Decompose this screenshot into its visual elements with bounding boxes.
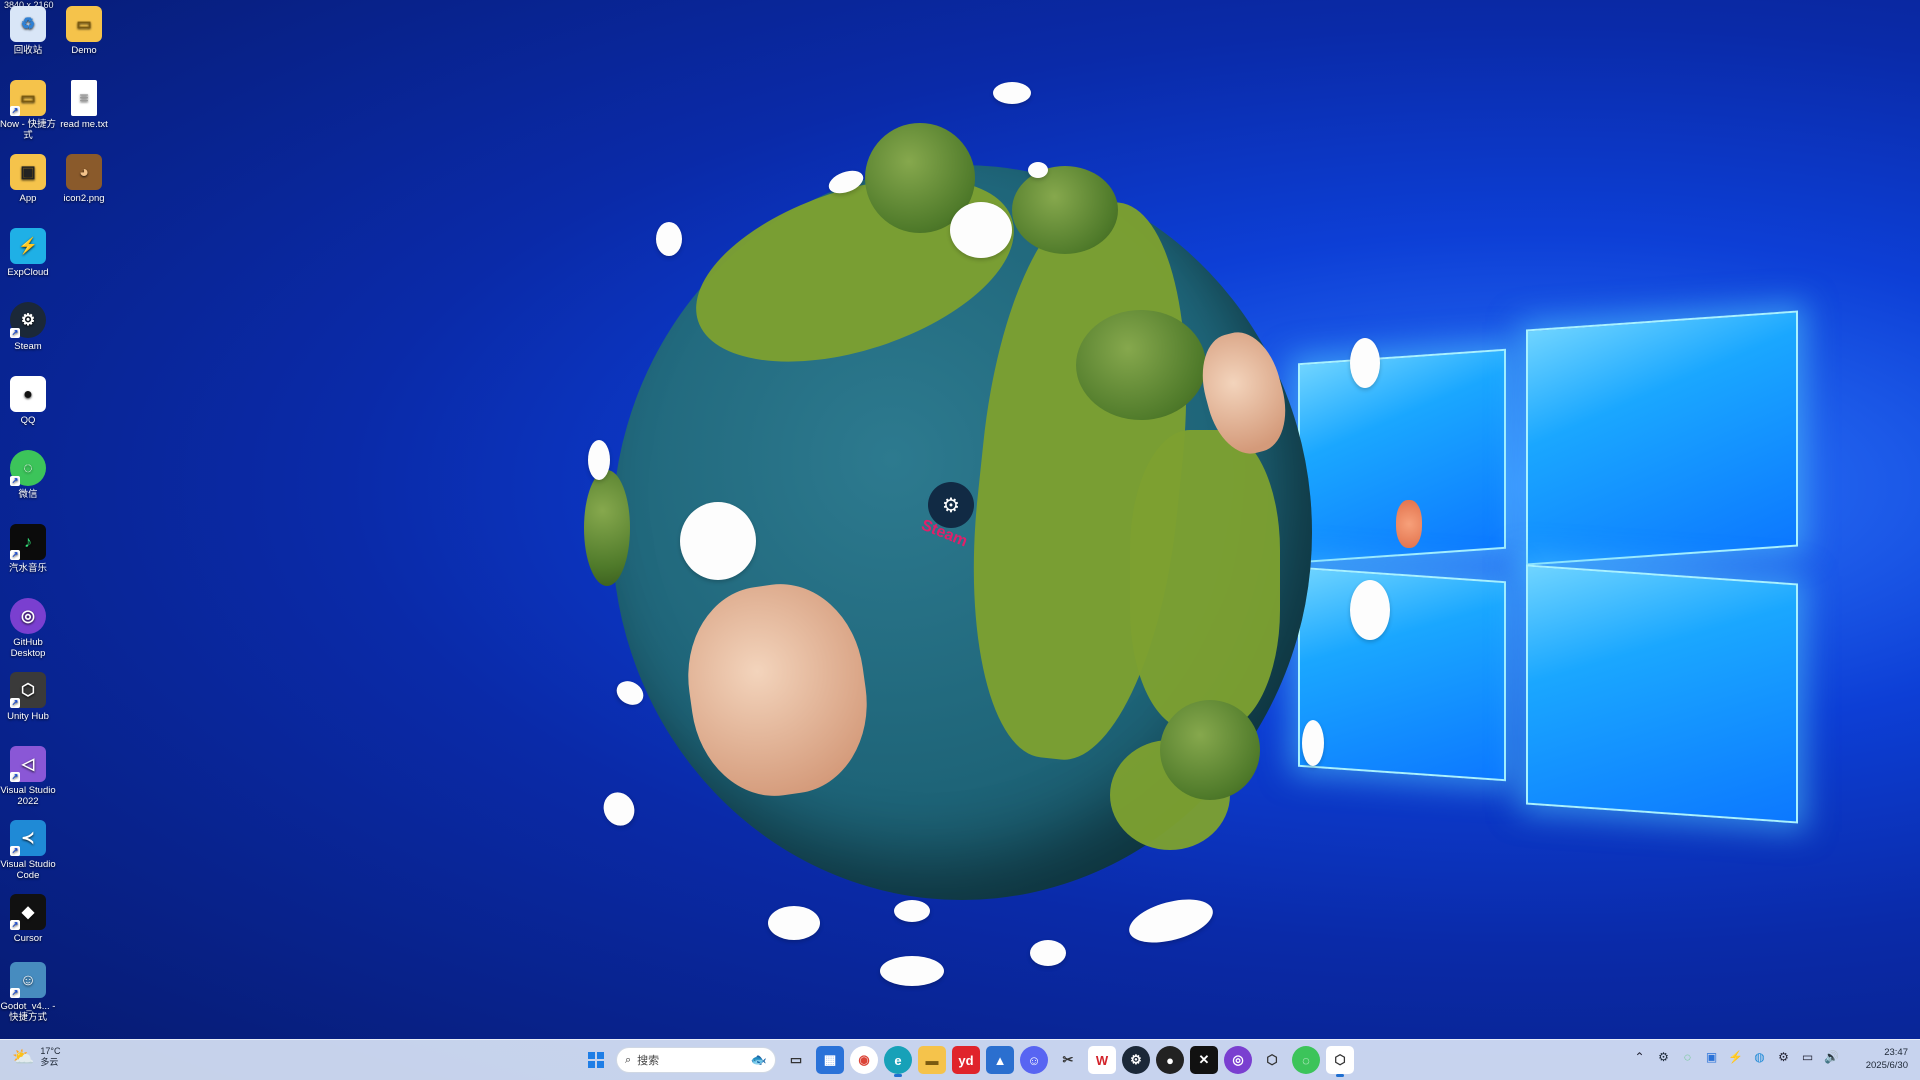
desktop-icon-expcloud[interactable]: ⚡ ExpCloud — [0, 228, 56, 278]
cursor-app-icon: ◆ ↗ — [10, 894, 46, 930]
text-file-icon: ≡ — [71, 80, 97, 116]
expcloud-tray-icon[interactable]: ⚡ — [1727, 1048, 1744, 1065]
desktop-icon-steam[interactable]: ⚙ ↗ Steam — [0, 302, 56, 352]
desktop-icon-visual-studio[interactable]: ◁ ↗ Visual Studio 2022 — [0, 746, 56, 807]
wechat-tray-icon[interactable]: ◌ — [1679, 1048, 1696, 1065]
weather-widget[interactable]: ⛅ 17°C 多云 — [12, 1046, 61, 1068]
github-icon: ◎ — [1232, 1052, 1244, 1067]
qq-icon: ● — [10, 376, 46, 412]
steam-icon: ⚙ — [1130, 1052, 1142, 1067]
store-icon: ▦ — [823, 1052, 837, 1067]
display-icon[interactable]: ▭ — [1799, 1048, 1816, 1065]
partly-cloudy-icon: ⛅ — [12, 1046, 35, 1067]
youdao-icon: yd — [958, 1052, 974, 1068]
task-view-icon: ▭ — [789, 1052, 803, 1067]
expcloud-icon: ⚡ — [10, 228, 46, 264]
discord-icon: ☺ — [1027, 1052, 1041, 1068]
unity-icon: ⬡ — [1266, 1052, 1278, 1067]
taskbar: ⛅ 17°C 多云 ⌕ 搜索 🐟 ▭ ▦ ◉ e ▬ yd ▲ ☺ ✂ W ⚙ … — [0, 1039, 1920, 1080]
taskbar-apps: ⌕ 搜索 🐟 ▭ ▦ ◉ e ▬ yd ▲ ☺ ✂ W ⚙ ● ✕ ◎ ⬡ ◌ … — [582, 1044, 1354, 1077]
snipping-icon: ✂ — [1062, 1052, 1074, 1067]
desktop-icon-recycle-bin[interactable]: ♻ 回收站 — [0, 6, 56, 56]
network-tray-icon[interactable]: ◍ — [1751, 1048, 1768, 1065]
desktop-icon-demo[interactable]: ▭ Demo — [56, 6, 112, 56]
chrome-icon: ◉ — [858, 1052, 870, 1067]
folder-shortcut-icon: ▭ ↗ — [10, 80, 46, 116]
desktop-icon-godot[interactable]: ☺ ↗ Godot_v4... - 快捷方式 — [0, 962, 56, 1023]
desktop-icon-qq[interactable]: ● QQ — [0, 376, 56, 426]
settings-tray-icon[interactable]: ⚙ — [1775, 1048, 1792, 1065]
unity-icon: ⬡ ↗ — [10, 672, 46, 708]
unity-hub-icon: ⬡ — [1334, 1052, 1346, 1067]
taskbar-wechat[interactable]: ◌ — [1292, 1046, 1320, 1074]
search-icon: ⌕ — [625, 1053, 632, 1066]
desktop-icon-icon2-png[interactable]: ◕ icon2.png — [56, 154, 112, 204]
steam-icon: ⚙ ↗ — [10, 302, 46, 338]
github-icon: ◎ — [10, 598, 46, 634]
volume-icon[interactable]: 🔊 — [1823, 1048, 1840, 1065]
wechat-icon: ◌ — [1302, 1052, 1310, 1068]
desktop-icon-vscode[interactable]: ≺ ↗ Visual Studio Code — [0, 820, 56, 881]
taskbar-unity-hub[interactable]: ⬡ — [1326, 1046, 1354, 1077]
steam-tray-icon[interactable]: ⚙ — [1655, 1048, 1672, 1065]
desktop-icon-unity-hub[interactable]: ⬡ ↗ Unity Hub — [0, 672, 56, 722]
capcut-icon: ✕ — [1198, 1052, 1210, 1067]
start-button[interactable] — [582, 1046, 610, 1074]
system-tray: ⌃ ⚙ ◌ ▣ ⚡ ◍ ⚙ ▭ 🔊 — [1631, 1048, 1840, 1065]
edge-icon: e — [894, 1052, 902, 1068]
taskbar-snipping-tool[interactable]: ✂ — [1054, 1046, 1082, 1074]
taskbar-steam[interactable]: ⚙ — [1122, 1046, 1150, 1074]
task-view-button[interactable]: ▭ — [782, 1046, 810, 1074]
windows-start-icon — [587, 1051, 605, 1069]
desktop-icon-cursor[interactable]: ◆ ↗ Cursor — [0, 894, 56, 944]
visual-studio-icon: ◁ ↗ — [10, 746, 46, 782]
folder-icon: ▬ — [925, 1052, 939, 1068]
desktop-icon-music[interactable]: ♪ ↗ 汽水音乐 — [0, 524, 56, 574]
taskbar-unity[interactable]: ⬡ — [1258, 1046, 1286, 1074]
taskbar-youdao[interactable]: yd — [952, 1046, 980, 1074]
folder-icon: ▣ — [10, 154, 46, 190]
search-highlight-icon: 🐟 — [750, 1052, 767, 1067]
image-file-icon: ◕ — [66, 154, 102, 190]
taskbar-photos[interactable]: ▲ — [986, 1046, 1014, 1074]
wechat-icon: ◌ ↗ — [10, 450, 46, 486]
music-app-icon: ♪ ↗ — [10, 524, 46, 560]
taskbar-app-dark[interactable]: ● — [1156, 1046, 1184, 1074]
taskbar-wps[interactable]: W — [1088, 1046, 1116, 1074]
chevron-up-icon[interactable]: ⌃ — [1631, 1048, 1648, 1065]
taskbar-discord[interactable]: ☺ — [1020, 1046, 1048, 1074]
search-placeholder: 搜索 — [637, 1055, 660, 1067]
recycle-bin-icon: ♻ — [10, 6, 46, 42]
taskbar-github-desktop[interactable]: ◎ — [1224, 1046, 1252, 1074]
taskbar-capcut[interactable]: ✕ — [1190, 1046, 1218, 1074]
godot-icon: ☺ ↗ — [10, 962, 46, 998]
desktop-icon-app[interactable]: ▣ App — [0, 154, 56, 204]
desktop-icon-wechat[interactable]: ◌ ↗ 微信 — [0, 450, 56, 500]
taskbar-chrome[interactable]: ◉ — [850, 1046, 878, 1074]
folder-icon: ▭ — [66, 6, 102, 42]
taskbar-edge[interactable]: e — [884, 1046, 912, 1077]
desktop-icon-now-shortcut[interactable]: ▭ ↗ Now - 快捷方式 — [0, 80, 56, 141]
taskbar-search-box[interactable]: ⌕ 搜索 🐟 — [616, 1047, 776, 1073]
taskbar-file-explorer[interactable]: ▬ — [918, 1046, 946, 1074]
vscode-icon: ≺ ↗ — [10, 820, 46, 856]
desktop-icon-read-me[interactable]: ≡ read me.txt — [56, 80, 112, 130]
desktop-icon-github-desktop[interactable]: ◎ GitHub Desktop — [0, 598, 56, 659]
app-tray-icon[interactable]: ▣ — [1703, 1048, 1720, 1065]
wps-icon: W — [1095, 1052, 1109, 1068]
app-icon: ● — [1166, 1052, 1174, 1068]
photos-icon: ▲ — [993, 1052, 1007, 1068]
taskbar-store[interactable]: ▦ — [816, 1046, 844, 1074]
taskbar-clock[interactable]: 23:47 2025/6/30 — [1866, 1046, 1908, 1072]
